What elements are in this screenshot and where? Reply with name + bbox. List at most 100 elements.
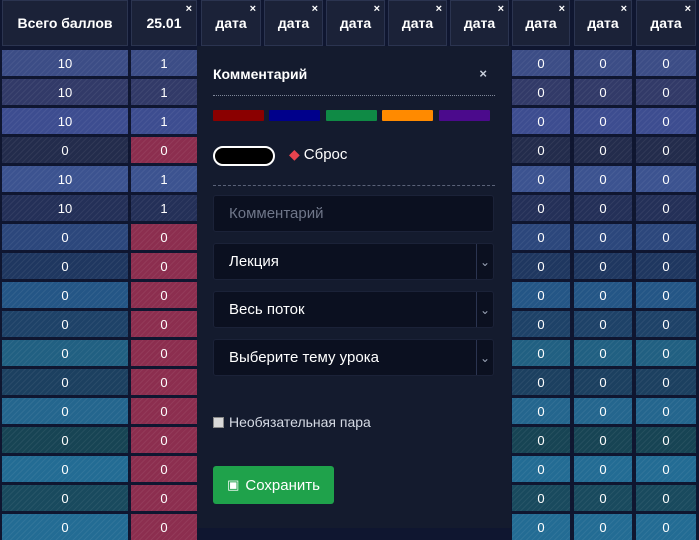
grade-cell[interactable]: 0: [574, 79, 632, 105]
grade-cell[interactable]: 0: [636, 427, 696, 453]
close-icon[interactable]: ×: [479, 66, 487, 81]
grade-cell[interactable]: 1: [131, 108, 197, 134]
grade-cell[interactable]: 0: [574, 340, 632, 366]
grade-cell[interactable]: 0: [636, 485, 696, 511]
grade-cell[interactable]: 0: [512, 224, 570, 250]
grade-cell[interactable]: 0: [512, 253, 570, 279]
grade-cell[interactable]: 0: [512, 427, 570, 453]
swatch-dark-blue[interactable]: [269, 110, 320, 121]
remove-column-icon[interactable]: ×: [685, 3, 691, 15]
grade-cell[interactable]: 0: [636, 108, 696, 134]
grade-cell[interactable]: 0: [512, 369, 570, 395]
total-points-cell: 0: [2, 456, 128, 482]
grade-cell[interactable]: 0: [512, 398, 570, 424]
grade-cell[interactable]: 0: [512, 456, 570, 482]
swatch-purple[interactable]: [439, 110, 490, 121]
grade-cell[interactable]: 0: [636, 282, 696, 308]
optional-lesson-checkbox[interactable]: Необязательная пара: [213, 414, 371, 430]
remove-column-icon[interactable]: ×: [621, 3, 627, 15]
grade-cell[interactable]: 0: [512, 50, 570, 76]
grade-cell[interactable]: 0: [131, 282, 197, 308]
grade-cell[interactable]: 0: [512, 137, 570, 163]
grade-cell[interactable]: 0: [574, 514, 632, 540]
grade-cell[interactable]: 0: [131, 253, 197, 279]
grade-cell[interactable]: 0: [636, 514, 696, 540]
grade-cell[interactable]: 0: [131, 456, 197, 482]
grade-cell[interactable]: 0: [574, 456, 632, 482]
grade-cell[interactable]: 0: [636, 253, 696, 279]
grade-cell[interactable]: 1: [131, 195, 197, 221]
grade-cell[interactable]: 0: [636, 398, 696, 424]
grade-cell[interactable]: 0: [636, 456, 696, 482]
grade-cell[interactable]: 0: [131, 514, 197, 540]
grade-cell[interactable]: 0: [574, 282, 632, 308]
grade-cell[interactable]: 0: [512, 166, 570, 192]
header-date-label: дата: [525, 15, 557, 31]
grade-cell[interactable]: 0: [131, 311, 197, 337]
remove-column-icon[interactable]: ×: [559, 3, 565, 15]
comment-input[interactable]: Комментарий: [213, 195, 494, 232]
grade-cell[interactable]: 0: [636, 311, 696, 337]
grade-cell[interactable]: 0: [574, 398, 632, 424]
grade-cell[interactable]: 1: [131, 50, 197, 76]
remove-column-icon[interactable]: ×: [186, 3, 192, 15]
remove-column-icon[interactable]: ×: [250, 3, 256, 15]
grade-cell[interactable]: 0: [574, 427, 632, 453]
grade-cell[interactable]: 0: [636, 195, 696, 221]
grade-cell[interactable]: 0: [512, 282, 570, 308]
grade-cell[interactable]: 0: [131, 224, 197, 250]
remove-column-icon[interactable]: ×: [436, 3, 442, 15]
grade-cell[interactable]: 0: [131, 427, 197, 453]
reset-button[interactable]: ◆ Сброс: [289, 146, 347, 163]
grade-cell[interactable]: 0: [131, 398, 197, 424]
grade-cell[interactable]: 0: [512, 514, 570, 540]
grade-cell[interactable]: 0: [574, 166, 632, 192]
total-points-cell: 0: [2, 224, 128, 250]
remove-column-icon[interactable]: ×: [498, 3, 504, 15]
grade-cell[interactable]: 0: [574, 369, 632, 395]
grade-cell[interactable]: 0: [636, 369, 696, 395]
swatch-green[interactable]: [326, 110, 377, 121]
grade-cell[interactable]: 0: [636, 224, 696, 250]
grade-cell[interactable]: 0: [636, 50, 696, 76]
grade-cell[interactable]: 0: [574, 137, 632, 163]
grade-cell[interactable]: 1: [131, 79, 197, 105]
grade-cell[interactable]: 0: [131, 485, 197, 511]
total-points-cell: 0: [2, 137, 128, 163]
grade-cell[interactable]: 0: [574, 311, 632, 337]
topic-select[interactable]: Выберите тему урока ⌄: [213, 339, 494, 376]
grade-cell[interactable]: 0: [512, 195, 570, 221]
swatch-dark-red[interactable]: [213, 110, 264, 121]
save-button[interactable]: ▣ Сохранить: [213, 466, 334, 504]
grade-cell[interactable]: 0: [131, 137, 197, 163]
grade-cell[interactable]: 1: [131, 166, 197, 192]
lesson-type-select[interactable]: Лекция ⌄: [213, 243, 494, 280]
grade-cell[interactable]: 0: [131, 340, 197, 366]
header-date-label: 25.01: [146, 15, 182, 31]
grade-cell[interactable]: 0: [512, 79, 570, 105]
audience-select[interactable]: Весь поток ⌄: [213, 291, 494, 328]
grade-cell[interactable]: 0: [512, 340, 570, 366]
remove-column-icon[interactable]: ×: [312, 3, 318, 15]
grade-cell[interactable]: 0: [636, 340, 696, 366]
header-date-column: × дата: [574, 0, 632, 46]
reset-label: Сброс: [303, 146, 348, 163]
grade-cell[interactable]: 0: [131, 369, 197, 395]
grade-cell[interactable]: 0: [574, 108, 632, 134]
grade-cell[interactable]: 0: [574, 224, 632, 250]
grade-cell[interactable]: 0: [574, 50, 632, 76]
grade-cell[interactable]: 0: [636, 166, 696, 192]
grade-cell[interactable]: 0: [574, 485, 632, 511]
grade-cell[interactable]: 0: [574, 195, 632, 221]
swatch-orange[interactable]: [382, 110, 433, 121]
selected-color-pill[interactable]: [213, 146, 275, 166]
remove-column-icon[interactable]: ×: [374, 3, 380, 15]
grade-cell[interactable]: 0: [574, 253, 632, 279]
grade-cell[interactable]: 0: [636, 137, 696, 163]
grade-cell[interactable]: 0: [636, 79, 696, 105]
grade-cell[interactable]: 0: [512, 108, 570, 134]
grade-cell[interactable]: 0: [512, 485, 570, 511]
checkbox-box[interactable]: [213, 416, 224, 428]
total-points-cell: 0: [2, 427, 128, 453]
grade-cell[interactable]: 0: [512, 311, 570, 337]
